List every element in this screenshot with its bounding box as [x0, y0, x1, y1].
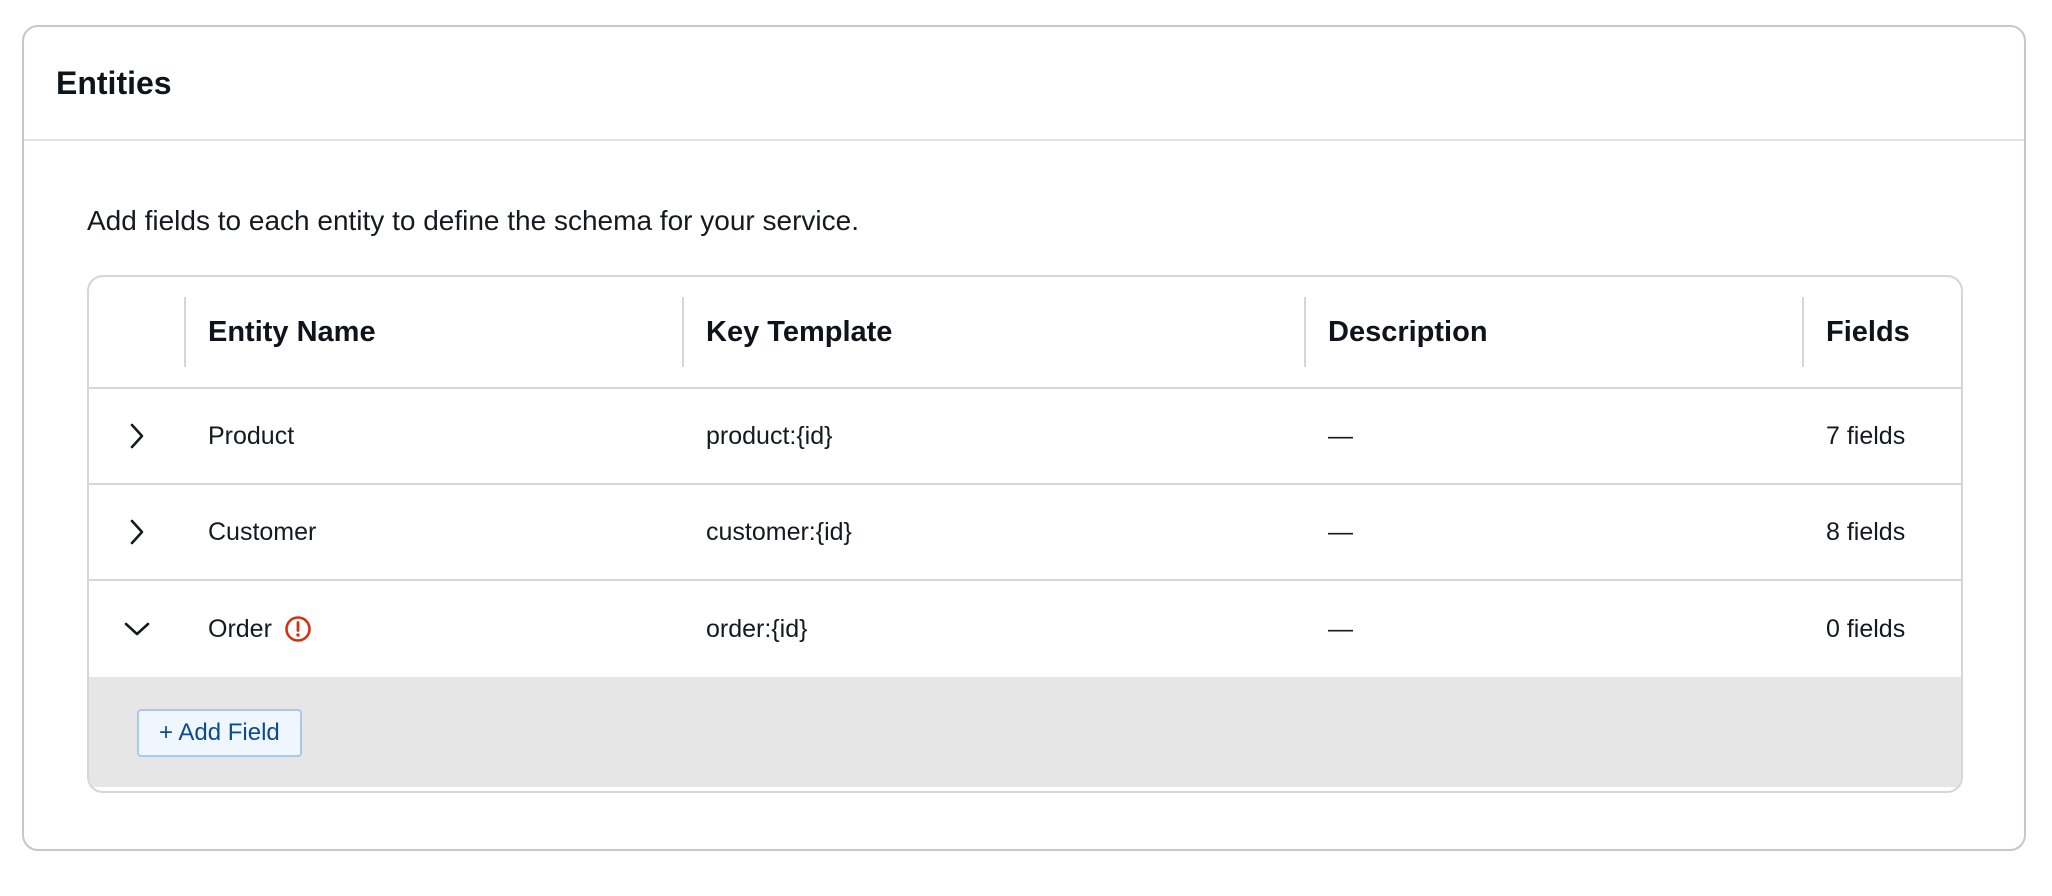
key-template-cell: customer:{id} — [706, 517, 852, 546]
expand-cell — [89, 485, 184, 579]
entity-name-cell: Product — [208, 421, 295, 450]
entities-panel: Entities Add fields to each entity to de… — [22, 25, 2026, 851]
chevron-down-icon[interactable] — [115, 607, 159, 651]
fields-count-cell: 7 fields — [1826, 421, 1906, 450]
key-template-cell: order:{id} — [706, 614, 808, 643]
intro-text: Add fields to each entity to define the … — [87, 205, 859, 236]
panel-header: Entities — [24, 27, 2024, 141]
fields-count-cell: 8 fields — [1826, 517, 1906, 546]
warning-circle-icon — [284, 615, 312, 643]
table-row[interactable]: Customer customer:{id} — 8 fields — [89, 485, 1961, 581]
chevron-right-icon[interactable] — [115, 510, 159, 554]
table-row-expanded[interactable]: Order order:{id} — 0 fields — [89, 581, 1961, 677]
expand-column-header — [89, 277, 184, 387]
column-header-key-template[interactable]: Key Template — [682, 277, 1304, 387]
chevron-right-icon[interactable] — [115, 414, 159, 458]
table-header: Entity Name Key Template Description Fie… — [89, 277, 1961, 389]
fields-count-cell: 0 fields — [1826, 614, 1906, 643]
entities-table: Entity Name Key Template Description Fie… — [87, 275, 1963, 793]
add-field-button[interactable]: + Add Field — [137, 709, 302, 757]
column-header-entity-name[interactable]: Entity Name — [184, 277, 682, 387]
expand-cell — [89, 389, 184, 483]
description-cell: — — [1328, 421, 1353, 450]
key-template-cell: product:{id} — [706, 421, 833, 450]
expand-cell — [89, 581, 184, 677]
entity-name-text: Order — [208, 614, 272, 643]
entity-name-cell: Customer — [208, 517, 317, 546]
column-header-description[interactable]: Description — [1304, 277, 1802, 387]
column-header-fields[interactable]: Fields — [1802, 277, 1961, 387]
description-cell: — — [1328, 614, 1353, 643]
panel-title: Entities — [56, 64, 172, 101]
table-row[interactable]: Product product:{id} — 7 fields — [89, 389, 1961, 485]
description-cell: — — [1328, 517, 1353, 546]
expanded-row-panel: + Add Field — [89, 677, 1961, 787]
entity-name-cell: Order — [184, 581, 682, 677]
